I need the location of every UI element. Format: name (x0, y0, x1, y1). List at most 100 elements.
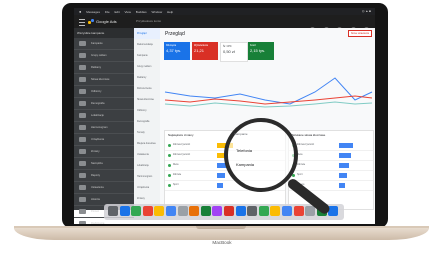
sidebar-item-label: Reklamy (91, 66, 102, 69)
nav-item[interactable]: Słowa kluczowe (134, 94, 160, 105)
campaign-icon (79, 197, 86, 202)
nav-item[interactable]: Tematy (134, 127, 160, 138)
news-icon[interactable] (224, 206, 234, 216)
nav-item[interactable]: Demografia (134, 116, 160, 127)
metric-value: 4,37 tys. (166, 48, 182, 53)
alert-badge[interactable]: Nowe ustawienia (347, 30, 372, 37)
sidebar-item[interactable]: Odbiorcy (74, 86, 134, 98)
sidebar-item[interactable]: Zmiany (74, 146, 134, 158)
sidebar-header[interactable]: Wszystkie kampanie (74, 28, 134, 38)
sidebar-item-label: Ustawienia (91, 186, 104, 189)
metric-label: Koszt (250, 44, 256, 47)
facetime-icon[interactable] (200, 206, 211, 216)
nav-item[interactable]: Harmonogram (134, 171, 160, 182)
menu-icon[interactable] (79, 19, 85, 26)
table-row[interactable]: Zdrowie (289, 161, 373, 171)
appstore-icon[interactable] (235, 206, 246, 216)
campaign-icon (79, 65, 86, 70)
campaign-icon (79, 149, 86, 154)
nav-item[interactable]: Grupy reklam (134, 61, 160, 72)
os-menubar: ● Messages File Edit View Buddies Window… (74, 8, 375, 15)
account-name[interactable]: Przykładowe konto (136, 15, 161, 28)
nav-item[interactable]: Zmiany (134, 193, 160, 204)
menubar-item[interactable]: Messages (86, 10, 100, 14)
row-label: Sport (173, 184, 179, 186)
nav-item[interactable]: Lokalizacje (134, 160, 160, 171)
apple-icon[interactable]: ● (79, 9, 81, 14)
menubar-item[interactable]: File (105, 10, 110, 14)
messages-icon[interactable] (131, 206, 142, 216)
campaign-icon (79, 185, 86, 190)
metric-card-cpc[interactable]: Śr. CPC 0,50 zł (220, 42, 248, 62)
campaign-icon (79, 161, 86, 166)
terminal-icon[interactable] (247, 206, 258, 216)
metric-label: Kliknięcia (166, 44, 177, 47)
row-bar (339, 163, 349, 168)
menubar-item[interactable]: Help (167, 10, 173, 14)
metric-card-cost[interactable]: Koszt 2,15 tys. (248, 42, 274, 60)
magnifier-lens: Kampanie Telefonia Kampania (224, 118, 298, 192)
finder-icon[interactable] (108, 206, 118, 216)
sidebar-item[interactable]: Urządzenia (74, 134, 134, 146)
nav-item[interactable]: Ustawienia (134, 149, 160, 160)
podcasts-icon[interactable] (212, 206, 223, 216)
sidebar-item-label: Lokalizacje (91, 114, 104, 117)
status-icons: ◎ ▲ ■ (361, 9, 371, 13)
row-label: Zdrowie (173, 174, 182, 176)
row-label: Zdrowa żywność (173, 144, 191, 146)
sidebar-item-label: Słowa kluczowe (91, 78, 110, 81)
sidebar-item[interactable]: Raporty (74, 170, 134, 182)
sidebar-item[interactable]: Słowa kluczowe (74, 74, 134, 86)
metric-value: 2,15 tys. (250, 48, 266, 53)
nav-item[interactable]: Kampanie (134, 50, 160, 61)
sidebar-item-label: Kampanie (91, 42, 103, 45)
sidebar-item[interactable]: Demografia (74, 98, 134, 110)
safari-icon[interactable] (119, 206, 130, 216)
row-label: Dieta (173, 164, 179, 166)
reminders-icon[interactable] (293, 206, 304, 216)
nav-item[interactable]: Miejsca docelowe (134, 138, 160, 149)
sidebar-item[interactable]: Lokalizacje (74, 110, 134, 122)
photos-icon[interactable] (189, 206, 200, 216)
table-row[interactable]: Zdrowa żywność (289, 141, 373, 151)
sidebar-item[interactable]: Harmonogram (74, 122, 134, 134)
laptop-label: MacBook (212, 240, 232, 245)
sidebar-item[interactable]: Grupy reklam (74, 50, 134, 62)
settings-icon[interactable] (177, 206, 188, 216)
nav-item[interactable]: Rozszerzenia (134, 83, 160, 94)
table-row[interactable]: Sport (289, 171, 373, 181)
menubar-item[interactable]: Window (151, 10, 162, 14)
series-line-teal (164, 101, 373, 108)
campaign-icon (79, 125, 86, 130)
notes-icon[interactable] (154, 206, 165, 216)
nav-item[interactable]: Odbiorcy (134, 105, 160, 116)
sidebar-item[interactable]: Reklamy (74, 62, 134, 74)
maps-icon[interactable] (258, 206, 269, 216)
campaign-icon (79, 113, 86, 118)
menubar-item[interactable]: Edit (114, 10, 119, 14)
table-row[interactable]: Dieta (289, 151, 373, 161)
sidebar-item[interactable]: Ustawienia (74, 182, 134, 194)
metric-label: Śr. CPC (223, 45, 232, 48)
status-dot-icon (168, 174, 171, 177)
contacts-icon[interactable] (282, 206, 292, 216)
nav-item[interactable]: Rekomendacje (134, 39, 160, 50)
preview-icon[interactable] (305, 206, 316, 216)
keywords-panel: Szukane słowa kluczowe Zdrowa żywność Die… (288, 130, 374, 210)
nav-item[interactable]: Przegląd (134, 28, 160, 39)
sidebar-item[interactable]: Narzędzia (74, 158, 134, 170)
metric-card-impressions[interactable]: Wyświetlenia 21,21 (192, 42, 218, 60)
campaign-icon (79, 209, 86, 214)
nav-item[interactable]: Reklamy (134, 72, 160, 83)
status-dot-icon (168, 164, 171, 167)
row-bar (339, 183, 345, 188)
campaign-icon (79, 173, 86, 178)
metric-card-clicks[interactable]: Kliknięcia 4,37 tys. (164, 42, 190, 60)
music-icon[interactable] (142, 206, 153, 216)
sidebar-item[interactable]: Kampanie (74, 38, 134, 50)
mail-icon[interactable] (166, 206, 176, 216)
nav-item[interactable]: Urządzenia (134, 182, 160, 193)
menubar-item[interactable]: View (125, 10, 131, 14)
menubar-item[interactable]: Buddies (136, 10, 147, 14)
calendar-icon[interactable] (270, 206, 281, 216)
